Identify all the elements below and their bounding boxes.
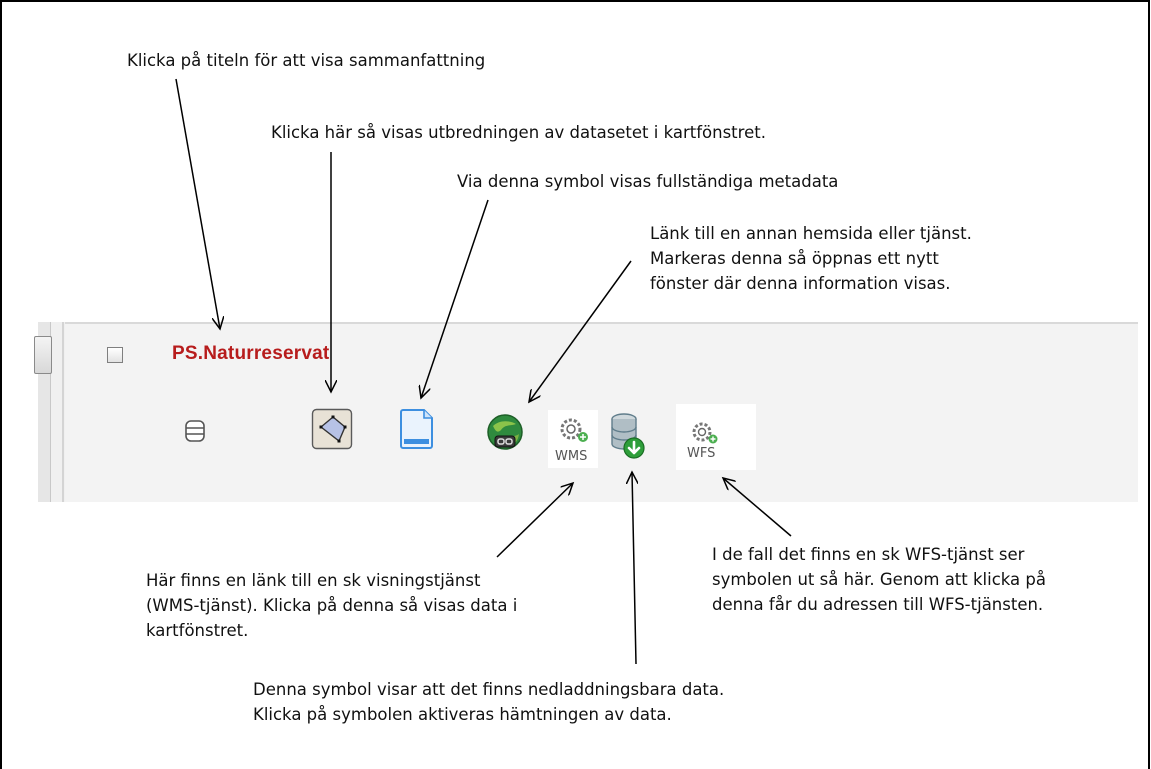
database-icon: [184, 418, 206, 444]
panel-top-edge: [65, 322, 1138, 324]
annotation-link: Länk till en annan hemsida eller tjänst.…: [650, 224, 972, 293]
download-database-icon[interactable]: [608, 410, 648, 464]
polygon-extent-icon[interactable]: [311, 408, 353, 450]
annotation-wms: Här finns en länk till en sk visningstjä…: [146, 571, 518, 640]
layer-checkbox[interactable]: [107, 347, 123, 363]
annotation-extent: Klicka här så visas utbredningen av data…: [271, 123, 766, 142]
wms-icon-label: WMS: [555, 449, 587, 464]
wms-service-icon[interactable]: WMS: [548, 410, 598, 468]
annotation-title-summary: Klicka på titeln för att visa sammanfatt…: [127, 51, 486, 70]
globe-link-icon[interactable]: [485, 412, 525, 452]
document-icon[interactable]: [398, 408, 436, 450]
scrollbar-handle[interactable]: [34, 336, 52, 374]
annotation-download: Denna symbol visar att det finns nedladd…: [253, 680, 725, 724]
annotation-wfs: I de fall det finns en sk WFS-tjänst ser…: [712, 545, 1046, 614]
wfs-icon-label: WFS: [687, 446, 715, 461]
layer-title-link[interactable]: PS.Naturreservat: [172, 343, 329, 365]
panel-divider: [62, 322, 64, 502]
wfs-service-icon[interactable]: WFS: [676, 404, 756, 470]
annotation-metadata: Via denna symbol visas fullständiga meta…: [457, 172, 839, 191]
